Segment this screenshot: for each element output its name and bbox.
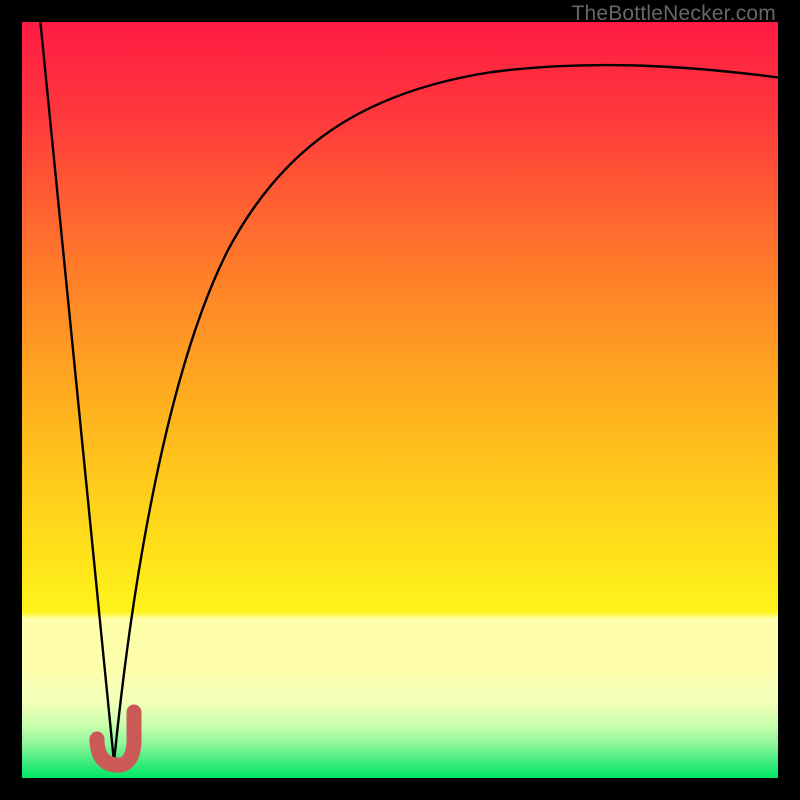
bottleneck-curve xyxy=(22,22,778,778)
watermark-text: TheBottleNecker.com xyxy=(571,2,776,26)
curve-right-arm xyxy=(114,65,778,762)
plot-area xyxy=(22,22,778,778)
curve-left-arm xyxy=(40,22,114,762)
chart-frame: TheBottleNecker.com xyxy=(0,0,800,800)
